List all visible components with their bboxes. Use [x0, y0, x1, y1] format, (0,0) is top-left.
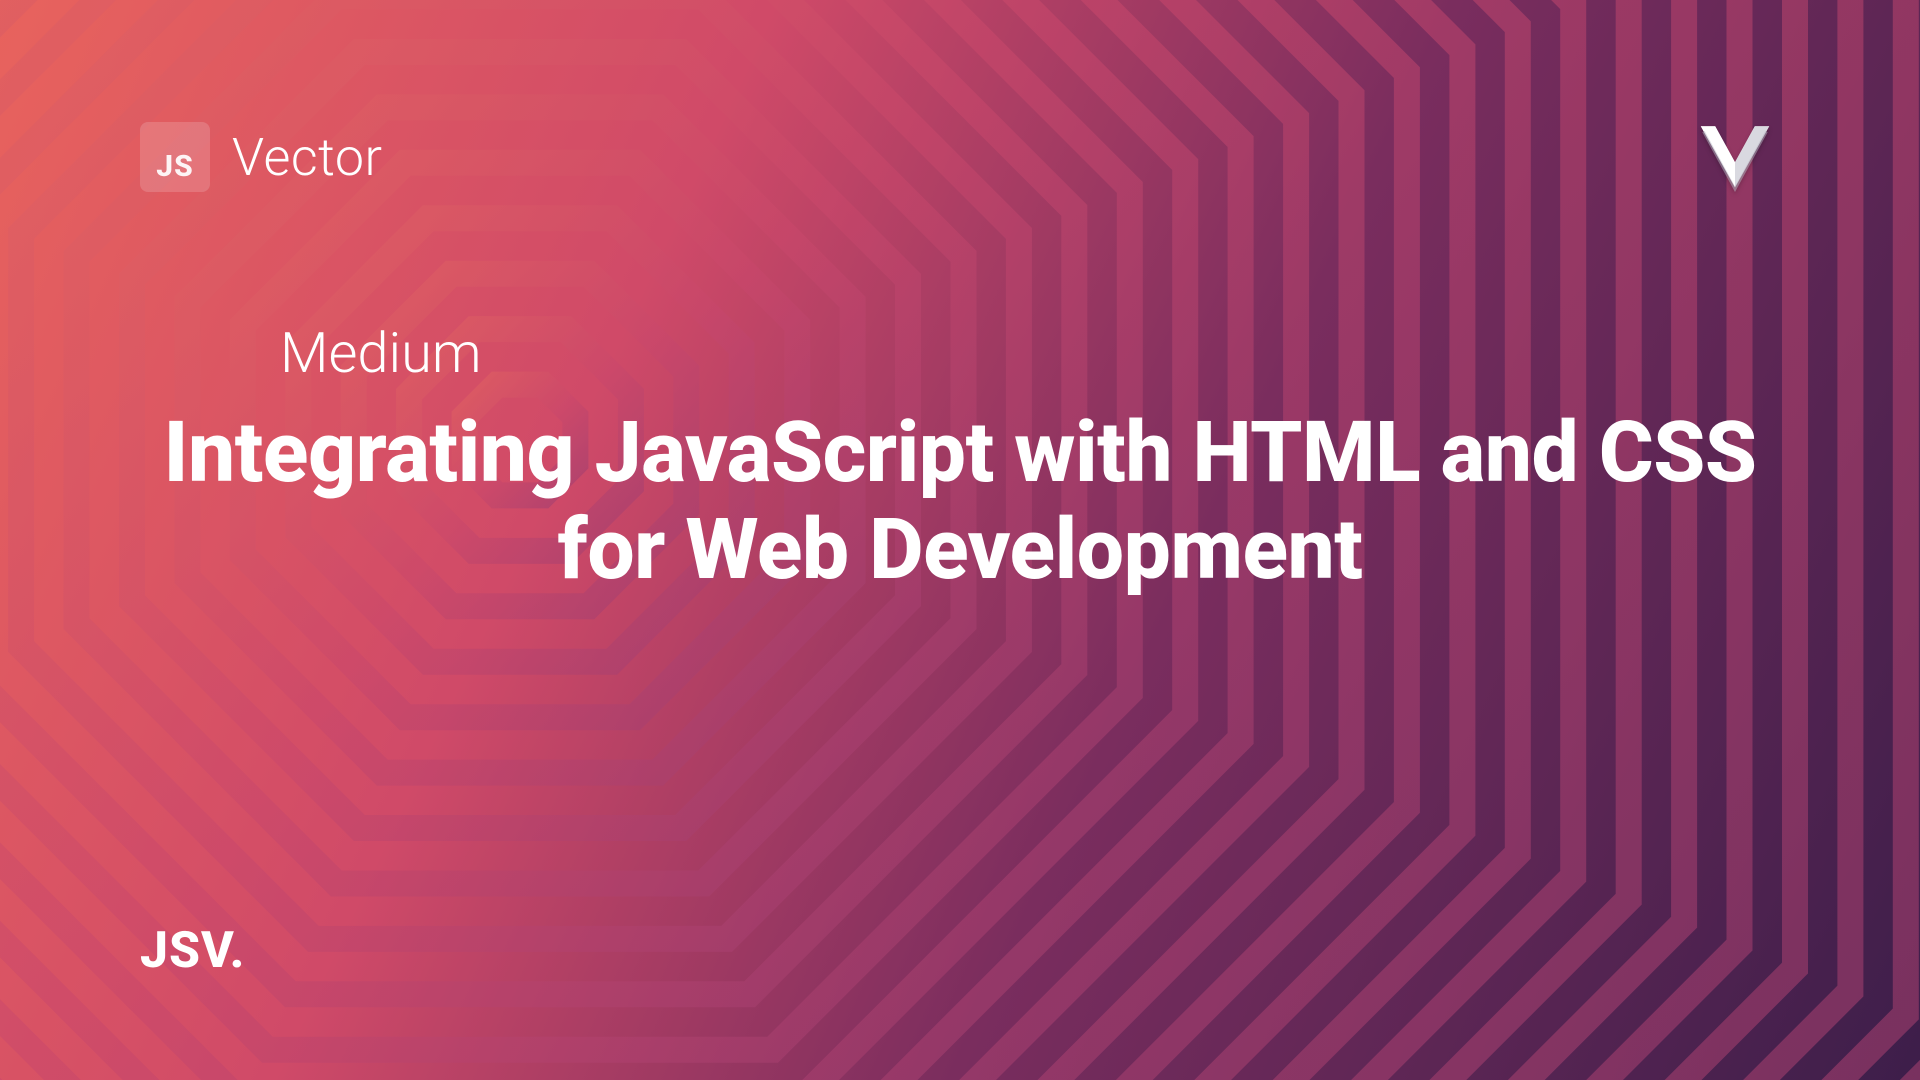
- hero-card: JS Vector Medium Integrating JavaScript …: [0, 0, 1920, 1080]
- footer: JSV.: [140, 922, 245, 980]
- difficulty-label: Medium: [140, 320, 1780, 386]
- v-mark-icon: [1690, 110, 1780, 204]
- footer-brand: JSV.: [140, 922, 245, 980]
- header: JS Vector: [140, 110, 1780, 204]
- hero-title: Integrating JavaScript with HTML and CSS…: [140, 404, 1780, 599]
- brand-name: Vector: [232, 127, 383, 188]
- content-block: Medium Integrating JavaScript with HTML …: [140, 320, 1780, 599]
- js-badge-icon: JS: [140, 122, 210, 192]
- brand-logo: JS Vector: [140, 122, 383, 192]
- js-badge-text: JS: [156, 149, 193, 184]
